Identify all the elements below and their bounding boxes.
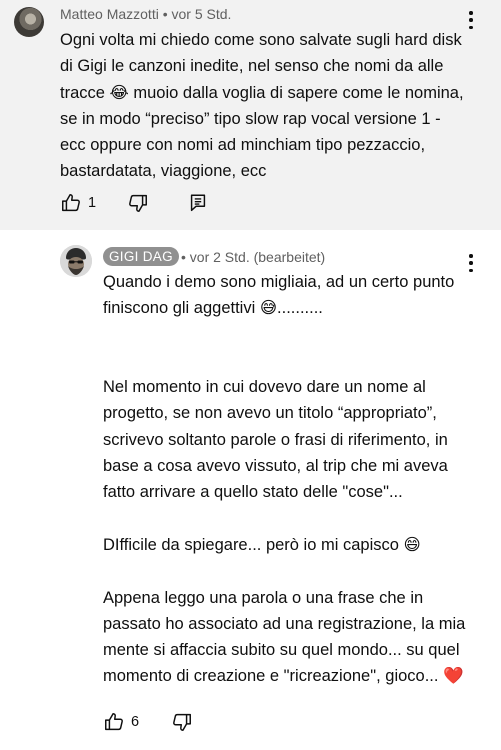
reply-button[interactable] bbox=[187, 192, 209, 214]
like-button[interactable]: 1 bbox=[60, 192, 96, 214]
like-button[interactable]: 6 bbox=[103, 711, 139, 733]
like-count: 1 bbox=[88, 195, 97, 211]
reply-icon[interactable] bbox=[187, 192, 209, 214]
avatar[interactable] bbox=[60, 245, 92, 277]
thumb-down-icon[interactable] bbox=[127, 192, 149, 214]
highlighted-comment: Matteo Mazzotti • vor 5 Std. Ogni volta … bbox=[0, 0, 501, 230]
creator-avatar-image bbox=[60, 245, 92, 277]
thumb-up-icon[interactable] bbox=[103, 711, 125, 733]
avatar[interactable] bbox=[14, 7, 44, 37]
comment-header: Matteo Mazzotti • vor 5 Std. bbox=[60, 6, 231, 22]
thumb-up-icon[interactable] bbox=[60, 192, 82, 214]
dislike-button[interactable] bbox=[127, 192, 149, 214]
reply-text: Quando i demo sono migliaia, ad un certo… bbox=[103, 273, 466, 686]
comment-text: Ogni volta mi chiedo come sono salvate s… bbox=[60, 31, 464, 181]
thumb-down-icon[interactable] bbox=[171, 711, 193, 733]
creator-badge[interactable]: GIGI DAG bbox=[103, 247, 179, 266]
comment-timestamp: • vor 2 Std. (bearbeitet) bbox=[181, 249, 326, 265]
dislike-button[interactable] bbox=[171, 711, 193, 733]
author-name[interactable]: Matteo Mazzotti bbox=[60, 6, 159, 22]
like-count: 6 bbox=[131, 714, 140, 730]
comment-timestamp: • vor 5 Std. bbox=[162, 6, 232, 22]
